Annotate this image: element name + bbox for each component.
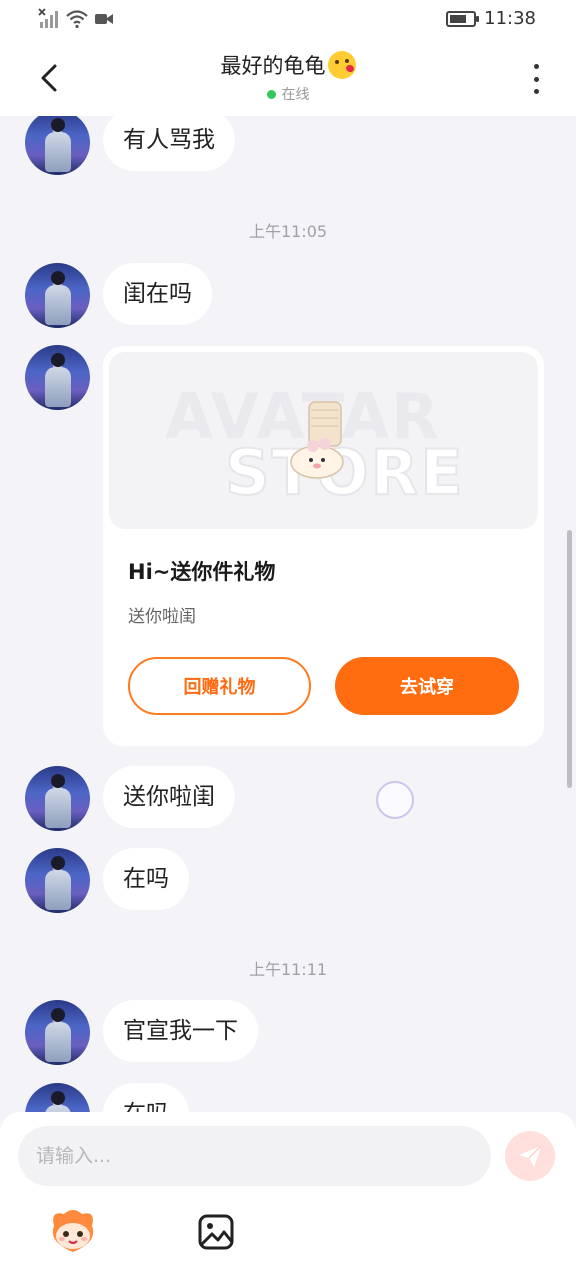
message-bubble[interactable]: 在吗 [103,1083,189,1114]
header-title-area: 最好的龟龟 在线 [0,50,576,104]
online-dot-icon [266,89,276,99]
battery-icon [446,10,480,27]
message-bubble[interactable]: 送你啦闺 [103,766,235,828]
message-bubble[interactable]: 有人骂我 [103,116,235,171]
contact-name: 最好的龟龟 [221,50,356,80]
avatar[interactable] [25,766,90,831]
status-icons-left [38,8,114,30]
avatar[interactable] [25,848,90,913]
status-bar: 11:38 [0,0,576,40]
return-gift-button[interactable]: 回赠礼物 [128,657,311,715]
avatar[interactable] [25,263,90,328]
slipper-sock-icon [290,401,344,479]
chat-messages[interactable]: 有人骂我 上午11:05 闺在吗 AVATAR STORE Hi~送你件礼物 送… [0,116,576,1114]
send-icon [519,1145,542,1167]
gift-image[interactable]: AVATAR STORE [109,352,538,529]
input-panel [0,1112,576,1280]
online-status: 在线 [0,84,576,104]
timestamp: 上午11:05 [248,222,328,241]
message-bubble[interactable]: 在吗 [103,848,189,910]
message-input[interactable] [18,1126,491,1186]
message-bubble[interactable]: 官宣我一下 [103,1000,258,1062]
try-on-button[interactable]: 去试穿 [335,657,519,715]
chat-scrollbar[interactable] [567,530,572,788]
gift-card[interactable]: AVATAR STORE Hi~送你件礼物 送你啦闺 回赠礼物 去试穿 [103,346,544,746]
more-options-button[interactable] [522,62,550,96]
chat-header: 最好的龟龟 在线 [0,40,576,116]
avatar[interactable] [25,1000,90,1065]
message-bubble[interactable]: 闺在吗 [103,263,212,325]
status-icons-right: 11:38 [446,8,536,29]
timestamp: 上午11:11 [248,960,328,979]
avatar[interactable] [25,116,90,175]
avatar[interactable] [25,345,90,410]
wifi-icon [66,10,88,29]
video-icon [95,14,113,24]
gift-message: 送你啦闺 [128,607,196,627]
emoji-button[interactable] [46,1206,100,1256]
status-time: 11:38 [484,8,536,29]
image-button[interactable] [196,1212,236,1252]
more-icon [533,64,539,69]
emoji-mascot-icon [52,1210,94,1252]
loading-ring-icon [376,781,414,819]
send-button[interactable] [505,1131,555,1181]
kiss-emoji-icon [327,51,356,79]
signal-off-icon [38,8,58,28]
avatar[interactable] [25,1083,90,1114]
image-icon [198,1214,234,1250]
online-status-text: 在线 [281,87,310,103]
gift-title: Hi~送你件礼物 [128,560,276,584]
contact-name-text: 最好的龟龟 [220,54,326,78]
